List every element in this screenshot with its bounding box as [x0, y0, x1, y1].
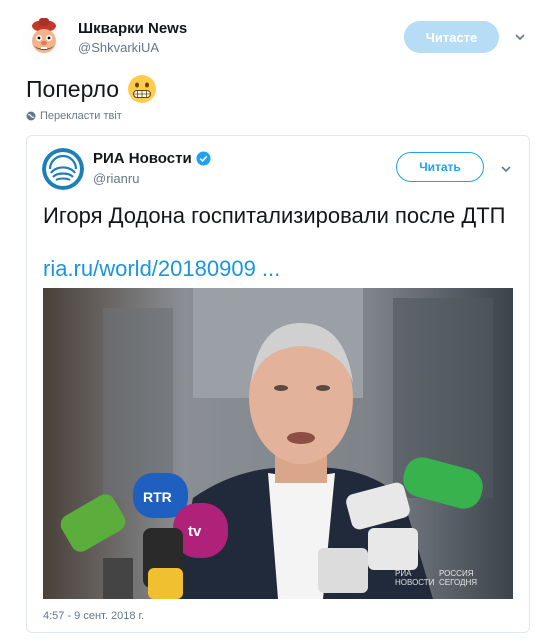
- quoted-tweet-timestamp[interactable]: 4:57 - 9 сент. 2018 г.: [43, 610, 144, 622]
- quoted-follow-button[interactable]: Читать: [396, 152, 484, 182]
- photo-watermark: РИА НОВОСТИ РОССИЯ СЕГОДНЯ: [395, 569, 484, 587]
- quoted-author-name-text: РИА Новости: [93, 150, 192, 167]
- tweet-text: Поперло: [26, 74, 157, 104]
- quoted-author-name[interactable]: РИА Новости: [93, 150, 211, 167]
- news-photo-illustration: RTR tv: [43, 288, 513, 599]
- mic-rtr-text: RTR: [143, 489, 172, 505]
- quoted-author-avatar[interactable]: [42, 148, 84, 190]
- author-handle[interactable]: @ShkvarkiUA: [78, 40, 159, 55]
- globe-icon: [26, 111, 36, 121]
- verified-badge-icon: [196, 151, 211, 166]
- quoted-tweet-link[interactable]: ria.ru/world/20180909 ...: [43, 256, 280, 282]
- author-name[interactable]: Шкварки News: [78, 20, 187, 37]
- author-avatar[interactable]: [22, 16, 66, 60]
- tweet-header: Шкварки News @ShkvarkiUA Читасте: [0, 0, 539, 70]
- translate-label: Перекласти твіт: [40, 110, 122, 122]
- watermark-russia-today: РОССИЯ СЕГОДНЯ: [439, 569, 478, 587]
- grimacing-face-icon: [128, 75, 157, 103]
- follow-button[interactable]: Читасте: [404, 21, 499, 53]
- watermark-ria: РИА НОВОСТИ: [395, 569, 435, 587]
- quoted-tweet-card[interactable]: РИА Новости @rianru Читать Игоря Додона …: [26, 135, 530, 633]
- quoted-author-handle[interactable]: @rianru: [93, 171, 139, 186]
- quoted-chevron-down-icon[interactable]: [499, 162, 513, 176]
- chevron-down-icon[interactable]: [513, 30, 527, 44]
- quoted-tweet-text: Игоря Додона госпитализировали после ДТП: [43, 203, 506, 228]
- tweet-text-content: Поперло: [26, 75, 120, 102]
- mic-tv-text: tv: [188, 523, 202, 540]
- quoted-tweet-photo[interactable]: RTR tv РИА НОВОСТИ РОССИЯ СЕГОДНЯ: [43, 288, 513, 599]
- translate-tweet-link[interactable]: Перекласти твіт: [26, 110, 122, 122]
